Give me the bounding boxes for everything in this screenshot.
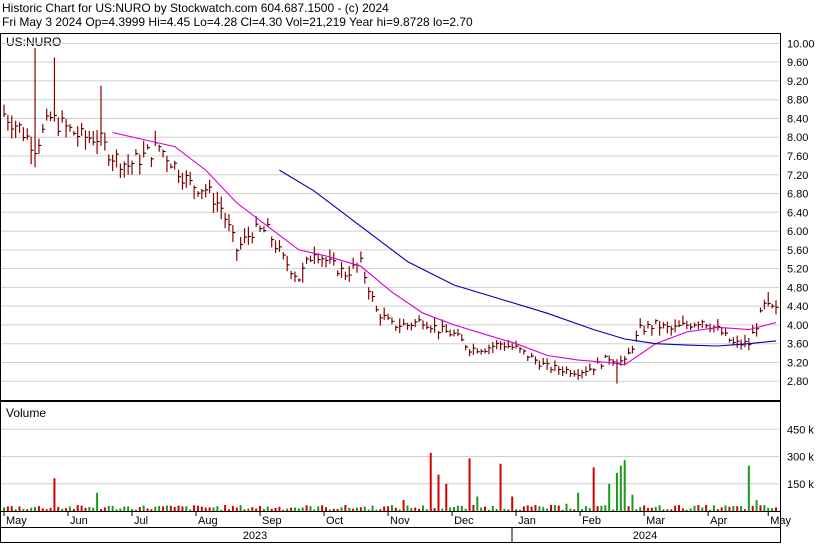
price-tick-label: 4.00 (787, 320, 808, 332)
price-tick-label: 5.60 (787, 245, 808, 257)
price-tick-label: 7.60 (787, 151, 808, 163)
moving-averages (112, 131, 777, 366)
year-label: 2023 (243, 530, 267, 542)
month-label: Mar (646, 515, 665, 527)
price-tick-label: 3.60 (787, 339, 808, 351)
month-label: Feb (582, 515, 601, 527)
stock-chart: Historic Chart for US:NURO by Stockwatch… (0, 1, 815, 543)
price-tick-label: 8.00 (787, 132, 808, 144)
volume-tick-label: 300 k (787, 452, 814, 464)
volume-tick-label: 450 k (787, 424, 814, 436)
price-tick-label: 5.20 (787, 264, 808, 276)
volume-y-ticks: 450 k 300 k 150 k (787, 424, 814, 491)
month-label: Sep (262, 515, 282, 527)
month-label: Apr (710, 515, 727, 527)
month-label: Jun (70, 515, 88, 527)
month-label: Oct (326, 515, 343, 527)
price-tick-label: 4.80 (787, 282, 808, 294)
price-bars (3, 48, 779, 384)
price-tick-label: 4.40 (787, 301, 808, 313)
price-tick-label: 3.20 (787, 357, 808, 369)
price-tick-label: 9.20 (787, 76, 808, 88)
volume-tick-label: 150 k (787, 479, 814, 491)
month-label: May (6, 515, 27, 527)
price-tick-label: 9.60 (787, 57, 808, 69)
volume-gridlines (1, 428, 779, 485)
volume-bars (3, 452, 777, 511)
month-label: Jul (134, 515, 148, 527)
price-tick-label: 6.00 (787, 226, 808, 238)
symbol-label: US:NURO (6, 35, 61, 49)
month-label: Nov (390, 515, 410, 527)
price-tick-label: 8.80 (787, 95, 808, 107)
price-y-ticks: 10.00 9.60 9.20 8.80 8.40 8.00 7.60 7.20 6.80 6.4… (787, 38, 815, 388)
price-tick-label: 6.80 (787, 189, 808, 201)
chart-header-line2: Fri May 3 2024 Op=4.3999 Hi=4.45 Lo=4.28… (2, 15, 473, 29)
month-label: Jan (518, 515, 536, 527)
price-tick-label: 10.00 (787, 38, 815, 50)
price-tick-label: 8.40 (787, 113, 808, 125)
volume-label: Volume (6, 406, 46, 420)
ma_long-line (279, 169, 777, 347)
year-axis-frame (0, 527, 781, 543)
month-label: May (770, 515, 791, 527)
month-label: Dec (454, 515, 474, 527)
price-gridlines (1, 42, 779, 382)
month-label: Aug (198, 515, 218, 527)
chart-header-line1: Historic Chart for US:NURO by Stockwatch… (2, 1, 389, 15)
price-tick-label: 7.20 (787, 170, 808, 182)
price-tick-label: 2.80 (787, 376, 808, 388)
year-label: 2024 (633, 530, 657, 542)
price-panel-frame (0, 33, 781, 401)
ma_short-line (112, 131, 777, 366)
price-tick-label: 6.40 (787, 207, 808, 219)
month-axis: May Jun Jul Aug Sep Oct Nov Dec Jan Feb Mar Apr May (3, 511, 792, 527)
year-axis: 2023 2024 (243, 530, 657, 542)
